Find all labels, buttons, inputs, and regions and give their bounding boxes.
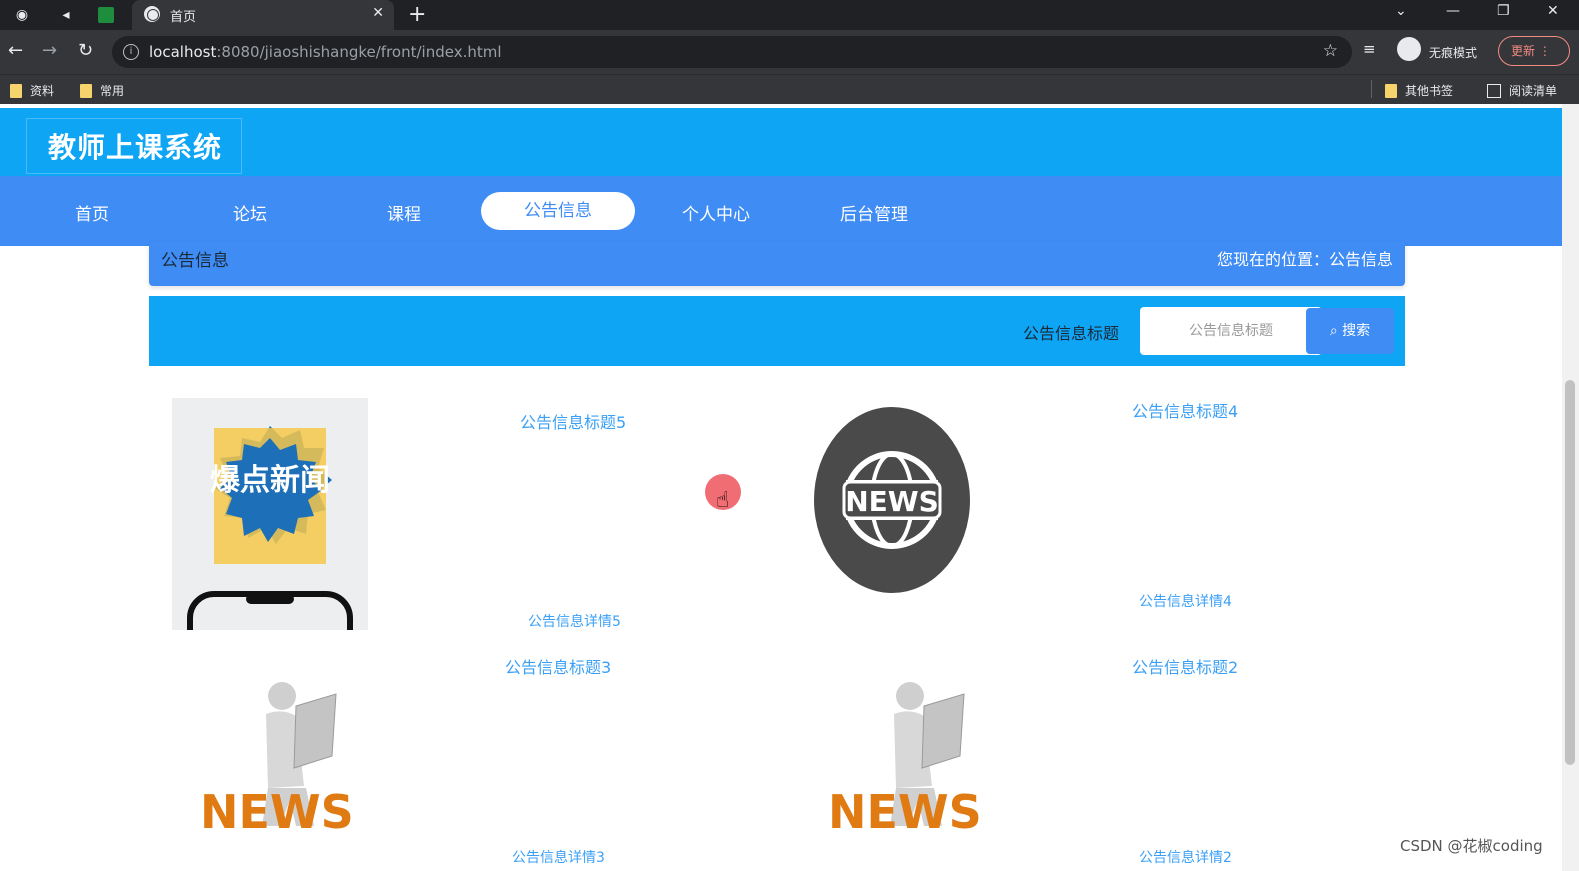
site-info-icon[interactable]: i [123, 44, 139, 60]
folder-icon [1385, 83, 1397, 98]
bookmark-folder[interactable]: 资料 [10, 82, 54, 99]
nav-item-forum[interactable]: 论坛 [173, 200, 327, 225]
search-input[interactable] [1140, 307, 1322, 355]
globe-icon [144, 6, 160, 22]
new-tab-icon[interactable]: + [408, 2, 426, 27]
tab-search-icon[interactable]: ⌄ [1395, 3, 1407, 19]
tab-title: 首页 [170, 10, 197, 25]
breaking-news-image: 爆点新闻 [172, 398, 368, 630]
site-title: 教师上课系统 [48, 131, 223, 164]
search-label: 公告信息标题 [1023, 324, 1120, 343]
card-detail[interactable]: 公告信息详情3 [512, 847, 605, 867]
hand-cursor-icon: ☝ [716, 488, 730, 513]
folder-icon [80, 83, 92, 98]
card-image[interactable]: 爆点新闻 [172, 398, 368, 630]
bookmark-folder[interactable]: 常用 [80, 82, 124, 99]
card-detail[interactable]: 公告信息详情4 [1139, 591, 1232, 611]
reading-list-icon[interactable]: ≡ [1363, 40, 1376, 58]
back-icon[interactable]: ← [8, 40, 23, 61]
card-image[interactable]: NEWS [824, 676, 984, 842]
mute-icon[interactable]: ◂ [56, 5, 76, 25]
nav-item-announcements[interactable]: 公告信息 [481, 192, 635, 230]
search-bar: 公告信息标题 ⌕ 搜索 [149, 296, 1405, 366]
nav-item-courses[interactable]: 课程 [327, 200, 481, 225]
profile-icon[interactable]: ◉ [12, 5, 32, 25]
bookmark-star-icon[interactable]: ☆ [1323, 41, 1338, 61]
nav-item-profile[interactable]: 个人中心 [639, 200, 793, 225]
minimize-icon[interactable]: — [1446, 3, 1460, 19]
card-image[interactable]: NEWS [806, 402, 976, 598]
browser-toolbar: ← → ↻ i localhost:8080/jiaoshishangke/fr… [0, 30, 1579, 74]
svg-text:爆点新闻: 爆点新闻 [210, 463, 330, 498]
folder-icon [10, 83, 22, 98]
card-detail[interactable]: 公告信息详情5 [528, 611, 621, 631]
nav-item-admin[interactable]: 后台管理 [797, 200, 951, 225]
svg-text:NEWS: NEWS [845, 485, 939, 518]
card-detail[interactable]: 公告信息详情2 [1139, 847, 1232, 867]
browser-tab-bar: ◉ ◂ 首页 ✕ + ⌄ — ❐ ✕ [0, 0, 1579, 30]
site-header [0, 108, 1562, 176]
card-title[interactable]: 公告信息标题4 [1132, 398, 1238, 422]
breadcrumb: 您现在的位置：公告信息 [1216, 250, 1393, 269]
other-bookmarks[interactable]: 其他书签 [1385, 82, 1453, 99]
nav-item-home[interactable]: 首页 [15, 200, 169, 225]
forward-icon[interactable]: → [42, 40, 57, 61]
incognito-icon [1397, 37, 1421, 61]
close-tab-icon[interactable]: ✕ [372, 5, 384, 21]
card-title[interactable]: 公告信息标题2 [1132, 654, 1238, 678]
address-bar[interactable]: i localhost:8080/jiaoshishangke/front/in… [112, 36, 1352, 68]
news-reader-image: NEWS [828, 682, 982, 839]
news-globe-image: NEWS [814, 407, 970, 593]
bookmarks-bar: 资料 常用 其他书签 阅读清单 [0, 74, 1579, 104]
reload-icon[interactable]: ↻ [78, 40, 93, 61]
reading-list-icon [1487, 83, 1501, 98]
search-icon: ⌕ [1329, 323, 1338, 339]
restore-icon[interactable]: ❐ [1497, 3, 1510, 19]
page-viewport: 教师上课系统 首页 论坛 课程 公告信息 个人中心 后台管理 公告信息 您现在的… [0, 104, 1562, 871]
url-text[interactable]: localhost:8080/jiaoshishangke/front/inde… [149, 43, 502, 61]
sheets-tab-icon[interactable] [98, 7, 114, 23]
card-image[interactable]: NEWS [196, 676, 356, 842]
card-title[interactable]: 公告信息标题3 [505, 654, 611, 678]
main-nav: 首页 论坛 课程 公告信息 个人中心 后台管理 [0, 176, 1562, 246]
scrollbar-thumb[interactable] [1565, 380, 1575, 765]
update-button[interactable]: 更新 ⋮ [1498, 36, 1570, 66]
active-tab[interactable]: 首页 ✕ [132, 0, 394, 30]
svg-text:NEWS: NEWS [200, 785, 354, 839]
svg-text:NEWS: NEWS [828, 785, 982, 839]
search-button[interactable]: ⌕ 搜索 [1306, 308, 1394, 354]
window-close-icon[interactable]: ✕ [1547, 3, 1559, 19]
breadcrumb-bar: 公告信息 您现在的位置：公告信息 [149, 242, 1405, 286]
watermark: CSDN @花椒coding [1400, 837, 1543, 855]
bookmark-divider [1371, 80, 1372, 98]
page-title: 公告信息 [161, 251, 229, 271]
incognito-label: 无痕模式 [1429, 46, 1478, 60]
news-reader-image: NEWS [200, 682, 354, 839]
reading-list[interactable]: 阅读清单 [1487, 82, 1557, 99]
card-title[interactable]: 公告信息标题5 [520, 409, 626, 433]
